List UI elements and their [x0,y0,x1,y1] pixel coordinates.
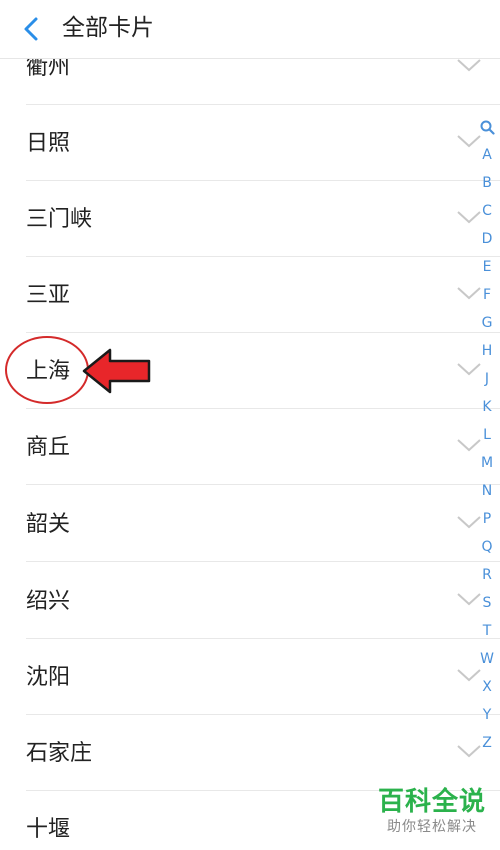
index-letter[interactable]: H [474,342,500,360]
index-letter[interactable]: N [474,482,500,500]
list-item[interactable]: 韶关 [0,486,500,562]
index-letter[interactable]: M [474,454,500,472]
list-item-label: 沈阳 [26,665,71,690]
divider [26,561,500,562]
index-letter[interactable]: X [474,678,500,696]
divider [26,484,500,485]
list-item[interactable]: 商丘 [0,409,500,485]
index-letter[interactable]: T [474,622,500,640]
watermark-title: 百科全说 [377,787,486,817]
list-item[interactable]: 日照 [0,105,500,181]
list-item-label: 三亚 [26,283,71,308]
index-letter[interactable]: K [474,398,500,416]
index-letter[interactable]: C [474,202,500,220]
index-letter[interactable]: B [474,174,500,192]
list-item-label: 三门峡 [26,207,93,232]
index-letter[interactable]: P [474,510,500,528]
page-title: 全部卡片 [62,15,154,41]
list-item-label: 韶关 [26,512,71,537]
list-item-label: 商丘 [26,435,71,460]
list-item-label: 十堰 [26,817,71,842]
index-letter[interactable]: D [474,230,500,248]
index-letter[interactable]: F [474,286,500,304]
index-letter[interactable]: R [474,566,500,584]
chevron-left-icon [24,17,38,41]
index-letter[interactable]: G [474,314,500,332]
watermark-subtitle: 助你轻松解决 [387,819,477,835]
list-item[interactable]: 绍兴 [0,563,500,639]
index-letter[interactable]: E [474,258,500,276]
list-item-label: 石家庄 [26,741,93,766]
list-item-label: 上海 [26,359,71,384]
list-item[interactable]: 三门峡 [0,181,500,257]
annotation-arrow-icon [82,348,151,394]
alphabet-index-bar[interactable]: A B C D E F G H J K L M N P Q R S T W X … [474,116,500,756]
watermark-logo: 百科全说 助你轻松解决 [372,786,492,846]
city-card-list: 衢州 日照 三门峡 三亚 上海 商丘 韶关 绍兴 沈阳 石家庄 十堰 [0,0,500,850]
index-letter[interactable]: L [474,426,500,444]
list-item[interactable]: 上海 [0,333,500,409]
index-letter[interactable]: S [474,594,500,612]
index-letter[interactable]: W [474,650,500,668]
index-letter[interactable]: A [474,146,500,164]
index-letter[interactable]: J [474,370,500,388]
list-item-label: 日照 [26,131,71,156]
list-item-label: 绍兴 [26,589,71,614]
list-item[interactable]: 三亚 [0,257,500,333]
chevron-down-icon[interactable] [456,57,482,73]
app-header: 全部卡片 [0,0,500,59]
search-icon[interactable] [480,120,495,135]
back-button[interactable] [14,12,48,46]
index-letter[interactable]: Z [474,734,500,752]
index-letter[interactable]: Y [474,706,500,724]
index-letter[interactable]: Q [474,538,500,556]
list-item[interactable]: 石家庄 [0,715,500,791]
list-item[interactable]: 沈阳 [0,639,500,715]
